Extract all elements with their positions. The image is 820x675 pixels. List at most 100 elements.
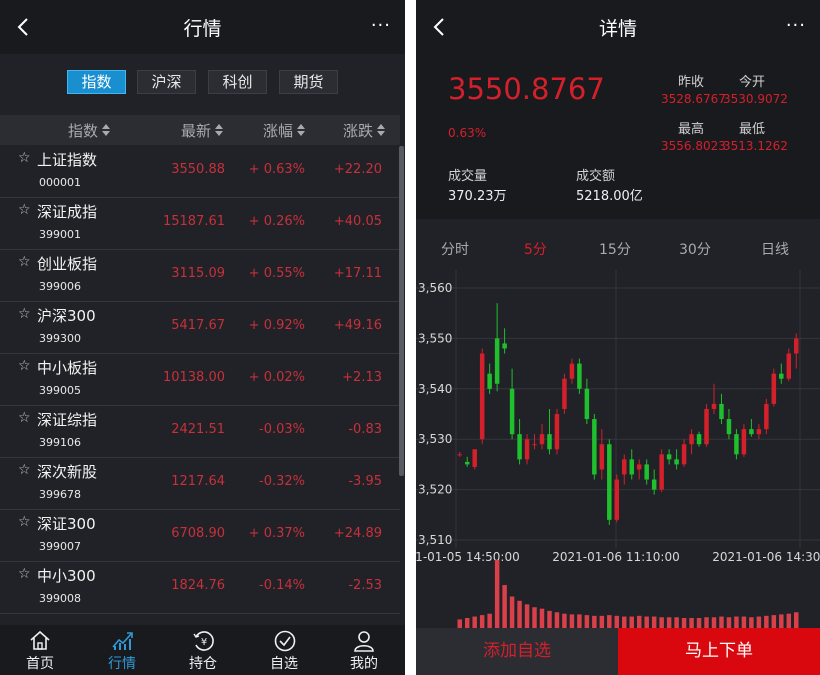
candle-body bbox=[696, 434, 702, 445]
volume-bar bbox=[532, 607, 537, 628]
index-change: +40.05 bbox=[333, 214, 382, 229]
candle-body bbox=[674, 459, 679, 465]
segment-index[interactable]: 指数 bbox=[67, 70, 126, 94]
index-name: 上证指数 bbox=[37, 151, 98, 169]
sort-by-percent[interactable]: 涨幅 bbox=[263, 120, 306, 141]
volume-bar bbox=[509, 596, 515, 628]
list-item[interactable]: ☆ 中小300 399008 1824.76 -0.14% -2.53 bbox=[0, 562, 400, 614]
list-item[interactable]: ☆ 中小板指 399005 10138.00 + 0.02% +2.13 bbox=[0, 354, 400, 406]
more-options-icon[interactable]: ··· bbox=[371, 15, 391, 36]
list-item[interactable]: ☆ 深证300 399007 6708.90 + 0.37% +24.89 bbox=[0, 510, 400, 562]
star-icon[interactable]: ☆ bbox=[18, 566, 31, 582]
quote-panel: 3550.8767 0.63% 昨收 今开 3528.6767 3530.907… bbox=[416, 54, 820, 219]
star-icon[interactable]: ☆ bbox=[18, 514, 31, 530]
svg-text:¥: ¥ bbox=[201, 637, 207, 648]
candle-body bbox=[524, 439, 530, 460]
candle-body bbox=[607, 444, 612, 520]
star-icon[interactable]: ☆ bbox=[18, 410, 31, 426]
index-name: 中小板指 bbox=[37, 359, 98, 377]
candle-body bbox=[764, 403, 769, 430]
open-label: 今开 bbox=[739, 75, 766, 90]
index-price: 5417.67 bbox=[171, 318, 225, 333]
place-order-button[interactable]: 马上下单 bbox=[618, 628, 820, 675]
y-tick-label: 3,540 bbox=[418, 382, 452, 396]
volume-bar bbox=[644, 616, 649, 628]
candle-body bbox=[711, 403, 717, 409]
x-tick-label: 2021-01-06 11:10:00 bbox=[552, 550, 679, 564]
list-item[interactable]: ☆ 深证综指 399106 2421.51 -0.03% -0.83 bbox=[0, 406, 400, 458]
list-item[interactable]: ☆ 深证成指 399001 15187.61 + 0.26% +40.05 bbox=[0, 198, 400, 250]
list-item[interactable]: ☆ 上证指数 000001 3550.88 + 0.63% +22.20 bbox=[0, 146, 400, 198]
check-circle-icon bbox=[274, 630, 296, 652]
nav-market[interactable]: 行情 bbox=[92, 625, 152, 675]
list-scrollbar[interactable] bbox=[399, 146, 404, 476]
index-change-percent: + 0.02% bbox=[248, 370, 305, 385]
nav-watchlist-label: 自选 bbox=[270, 656, 298, 672]
nav-profile[interactable]: 我的 bbox=[334, 625, 394, 675]
open-value: 3530.9072 bbox=[723, 92, 788, 106]
candle-body bbox=[756, 429, 762, 435]
last-price: 3550.8767 bbox=[448, 72, 605, 106]
volume-bar bbox=[764, 615, 769, 628]
list-item[interactable]: ☆ 深次新股 399678 1217.64 -0.32% -3.95 bbox=[0, 458, 400, 510]
candle-body bbox=[636, 464, 642, 470]
volume-bar bbox=[726, 617, 732, 628]
bottom-navigation: 首页 行情 ¥ 持仓 自选 我的 bbox=[0, 625, 405, 675]
tab-timeshare[interactable]: 分时 bbox=[441, 239, 469, 259]
nav-market-label: 行情 bbox=[108, 656, 136, 672]
volume-bar bbox=[607, 615, 612, 628]
index-price: 6708.90 bbox=[171, 526, 225, 541]
sort-by-change[interactable]: 涨跌 bbox=[343, 120, 386, 141]
y-tick-label: 3,550 bbox=[418, 331, 452, 345]
index-change: +22.20 bbox=[333, 162, 382, 177]
segment-shanghai-shenzhen[interactable]: 沪深 bbox=[137, 70, 196, 94]
volume-bar bbox=[517, 600, 522, 628]
volume-bar bbox=[711, 617, 717, 628]
star-icon[interactable]: ☆ bbox=[18, 202, 31, 218]
star-icon[interactable]: ☆ bbox=[18, 462, 31, 478]
candle-body bbox=[666, 454, 672, 460]
more-options-icon[interactable]: ··· bbox=[786, 15, 806, 36]
y-tick-label: 3,520 bbox=[418, 483, 452, 497]
sort-icon bbox=[376, 124, 386, 138]
volume-bar bbox=[464, 617, 470, 628]
candle-body bbox=[479, 353, 485, 440]
star-icon[interactable]: ☆ bbox=[18, 150, 31, 166]
nav-watchlist[interactable]: 自选 bbox=[254, 625, 314, 675]
position-yuan-icon: ¥ bbox=[193, 631, 214, 651]
candlestick-chart[interactable]: 3,560 3,550 3,540 3,530 3,520 3,510 2021-01-05… bbox=[416, 270, 820, 628]
star-icon[interactable]: ☆ bbox=[18, 254, 31, 270]
tab-15min[interactable]: 15分 bbox=[599, 239, 631, 259]
add-to-watchlist-button[interactable]: 添加自选 bbox=[416, 628, 618, 675]
list-item[interactable]: ☆ 沪深300 399300 5417.67 + 0.92% +49.16 bbox=[0, 302, 400, 354]
tab-30min[interactable]: 30分 bbox=[679, 239, 711, 259]
market-header: 行情 ··· bbox=[0, 0, 405, 54]
nav-positions[interactable]: ¥ 持仓 bbox=[173, 625, 233, 675]
star-icon[interactable]: ☆ bbox=[18, 358, 31, 374]
volume-bar bbox=[636, 615, 642, 628]
detail-screen: 详情 ··· 3550.8767 0.63% 昨收 今开 3528.6767 3… bbox=[416, 0, 820, 675]
candle-body bbox=[592, 419, 597, 475]
sort-by-price[interactable]: 最新 bbox=[181, 120, 224, 141]
nav-home[interactable]: 首页 bbox=[10, 625, 70, 675]
candle-body bbox=[577, 363, 582, 389]
star-icon[interactable]: ☆ bbox=[18, 306, 31, 322]
list-item[interactable]: ☆ 创业板指 399006 3115.09 + 0.55% +17.11 bbox=[0, 250, 400, 302]
candle-body bbox=[651, 479, 657, 490]
candle-body bbox=[487, 373, 492, 389]
index-change: +2.13 bbox=[342, 370, 382, 385]
y-tick-label: 3,560 bbox=[418, 281, 452, 295]
volume-bar bbox=[651, 616, 657, 628]
tab-daily[interactable]: 日线 bbox=[761, 239, 789, 259]
segment-futures[interactable]: 期货 bbox=[279, 70, 338, 94]
sort-icon bbox=[101, 124, 111, 138]
sort-by-name[interactable]: 指数 bbox=[68, 120, 111, 141]
high-value: 3556.8023 bbox=[661, 139, 726, 153]
page-title: 行情 bbox=[183, 18, 222, 40]
candle-body bbox=[584, 388, 590, 420]
tab-5min[interactable]: 5分 bbox=[524, 239, 547, 259]
volume-bar bbox=[704, 617, 709, 628]
candle-body bbox=[629, 459, 634, 475]
segment-star-market[interactable]: 科创 bbox=[208, 70, 267, 94]
prev-close-value: 3528.6767 bbox=[661, 92, 726, 106]
